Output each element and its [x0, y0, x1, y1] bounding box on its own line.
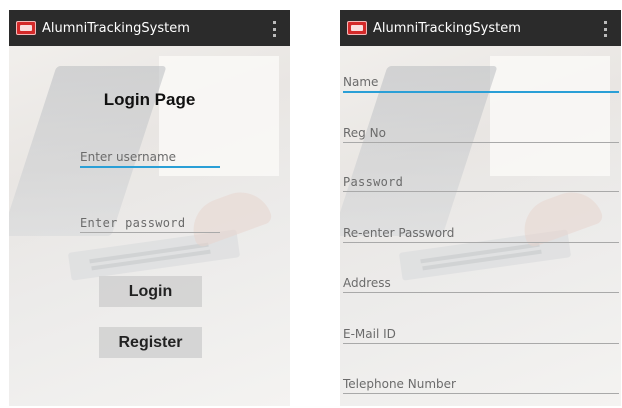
name-input[interactable]: Name: [343, 75, 619, 93]
register-screen: AlumniTrackingSystem Name Reg No Passwor…: [340, 10, 621, 406]
register-button[interactable]: Register: [99, 327, 202, 358]
telephone-input[interactable]: Telephone Number: [343, 377, 619, 394]
login-screen: AlumniTrackingSystem Login Page Enter us…: [9, 10, 290, 406]
overflow-menu-icon[interactable]: [604, 21, 607, 37]
confirm-password-input[interactable]: Re-enter Password: [343, 226, 619, 243]
username-placeholder: Enter username: [80, 150, 177, 164]
app-logo-icon: [16, 21, 36, 35]
telephone-placeholder: Telephone Number: [343, 377, 456, 391]
page-title: Login Page: [103, 90, 196, 109]
reg-no-placeholder: Reg No: [343, 126, 386, 140]
app-bar: AlumniTrackingSystem: [9, 10, 290, 46]
address-input[interactable]: Address: [343, 276, 619, 293]
reg-no-input[interactable]: Reg No: [343, 126, 619, 143]
username-input[interactable]: Enter username: [80, 150, 220, 168]
password-input[interactable]: Enter password: [80, 216, 220, 233]
password-input[interactable]: Password: [343, 175, 619, 192]
confirm-password-placeholder: Re-enter Password: [343, 226, 455, 240]
overflow-menu-icon[interactable]: [273, 21, 276, 37]
email-placeholder: E-Mail ID: [343, 327, 396, 341]
app-title: AlumniTrackingSystem: [42, 20, 190, 36]
address-placeholder: Address: [343, 276, 391, 290]
login-button[interactable]: Login: [99, 276, 202, 307]
app-logo-icon: [347, 21, 367, 35]
app-title: AlumniTrackingSystem: [373, 20, 521, 36]
password-placeholder: Password: [343, 175, 404, 189]
email-input[interactable]: E-Mail ID: [343, 327, 619, 344]
password-placeholder: Enter password: [80, 216, 186, 230]
app-bar: AlumniTrackingSystem: [340, 10, 621, 46]
name-placeholder: Name: [343, 75, 379, 89]
